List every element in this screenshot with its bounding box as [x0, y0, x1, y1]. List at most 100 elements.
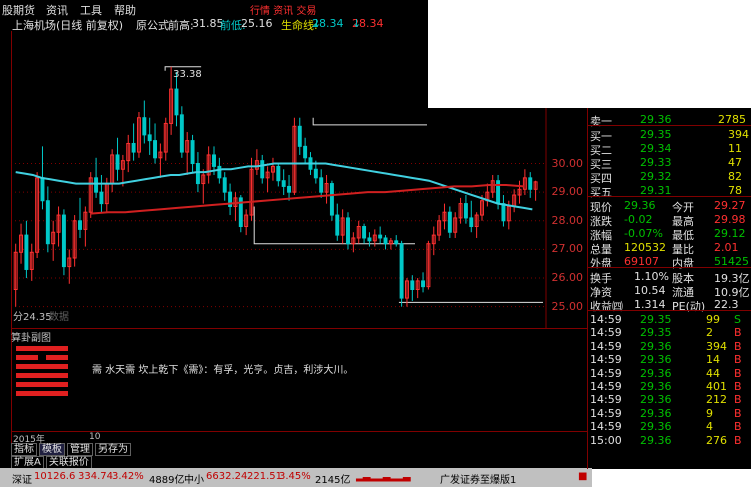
stat-value-2: 29.98: [714, 213, 746, 226]
tick-side: B: [734, 326, 742, 340]
status-corner-icon: ■: [578, 471, 588, 482]
candle: [329, 180, 334, 221]
candle-body: [410, 280, 415, 291]
y-tick-label: 27.00: [551, 242, 584, 256]
hexagram-line: [16, 346, 68, 351]
candle: [260, 154, 265, 184]
candle-body: [378, 234, 383, 239]
watermark-text: www.7gpzb.com: [636, 457, 729, 468]
candle-body: [421, 280, 426, 288]
tick-volume: 99: [706, 313, 720, 326]
quote-row: 15:00 29.36 276 B: [588, 433, 752, 448]
news-ticker[interactable]: 广发证券至爆版1: [440, 471, 516, 486]
sz-label: 深证: [12, 475, 32, 486]
candle-body: [260, 160, 265, 179]
tick-side: B: [734, 380, 742, 393]
tick-volume: 14: [706, 353, 720, 367]
candle: [340, 209, 345, 244]
candle: [421, 272, 426, 293]
candle: [426, 240, 431, 290]
candle-body: [276, 165, 281, 182]
candle: [158, 143, 163, 178]
blank-corner: [592, 469, 756, 487]
candle: [19, 223, 24, 264]
candle-body: [153, 140, 158, 159]
candle: [153, 123, 158, 164]
panel-separator: [588, 310, 752, 311]
candle: [335, 203, 340, 241]
menu-item-futures[interactable]: 股期货: [2, 2, 35, 18]
candle-body: [528, 177, 533, 190]
candle-body: [303, 145, 308, 159]
tick-volume: 401: [706, 380, 727, 393]
menu-right-label[interactable]: 行情 资讯 交易: [250, 2, 316, 17]
candle-body: [394, 240, 399, 245]
blank-area: [428, 0, 756, 108]
candle: [45, 186, 50, 253]
tick-price: 29.35: [640, 313, 672, 326]
tick-side: B: [734, 339, 742, 353]
bid-volume: 11: [728, 142, 742, 155]
tick-price: 29.36: [640, 406, 672, 420]
candle-body: [469, 217, 474, 228]
chart-title-bar: 上海机场(日线 前复权) 原公式 前高: 31.85 前低: 25.16 生命线…: [12, 17, 384, 32]
bid-price: 29.32: [640, 170, 672, 183]
lower-pane: [11, 328, 587, 432]
tick-volume: 212: [706, 393, 727, 407]
extension-tabs: 扩展A 关联报价: [11, 455, 94, 469]
quote-row: 现价 29.36 今开 29.27: [588, 198, 752, 214]
zx-pct: 3.45%: [279, 471, 311, 482]
candle-body: [78, 220, 82, 230]
candle: [297, 117, 302, 155]
hexagram-line: [16, 382, 68, 387]
candle: [238, 195, 243, 233]
tick-volume: 2: [706, 326, 713, 340]
tick-side: B: [734, 353, 742, 367]
menu-item-tools[interactable]: 工具: [80, 2, 102, 18]
tick-time: 14:59: [590, 420, 622, 434]
tick-time: 14:59: [590, 339, 622, 353]
tick-time: 14:59: [590, 393, 622, 407]
candle: [99, 174, 104, 213]
stat-value: 29.36: [624, 199, 656, 212]
tick-time: 14:59: [590, 326, 622, 340]
candle: [233, 192, 238, 221]
quote-row: 涨跌 -0.02 最高 29.98: [588, 212, 752, 228]
candle: [410, 275, 415, 301]
candle: [163, 117, 168, 161]
candle: [383, 235, 388, 250]
candle-body: [287, 185, 292, 193]
menu-item-help[interactable]: 帮助: [114, 2, 136, 18]
candle: [458, 197, 463, 224]
tick-price: 29.36: [640, 366, 672, 380]
candle-body: [40, 177, 45, 202]
candle-body: [281, 180, 286, 187]
candle: [388, 237, 393, 250]
bottom-label: 分24.35: [13, 311, 52, 323]
candle: [51, 220, 56, 261]
candle-body: [115, 154, 120, 170]
candle-body: [61, 214, 66, 268]
tick-volume: 44: [706, 366, 720, 380]
candle: [254, 149, 259, 175]
candle: [61, 209, 66, 276]
panel-separator: [588, 196, 752, 197]
tab-save-as[interactable]: 另存为: [95, 443, 131, 456]
y-tick-label: 30.00: [551, 156, 584, 170]
candle: [399, 240, 404, 307]
bid-volume: 82: [728, 170, 742, 183]
tick-time: 14:59: [590, 406, 622, 420]
menu-item-news[interactable]: 资讯: [46, 2, 68, 18]
tick-volume: 4: [706, 420, 713, 434]
y-tick-label: 29.00: [551, 185, 584, 199]
peak-label: 33.38: [173, 69, 202, 80]
candle: [533, 180, 538, 201]
candle-body: [179, 114, 184, 153]
hexagram-line: [16, 391, 68, 396]
candle: [228, 183, 233, 216]
hexagram-icon: [16, 346, 68, 400]
bid-volume: 394: [728, 128, 749, 141]
candle: [67, 249, 72, 284]
tick-price: 29.36: [640, 380, 672, 393]
lower-pane-title: 算卦副图: [11, 333, 51, 344]
